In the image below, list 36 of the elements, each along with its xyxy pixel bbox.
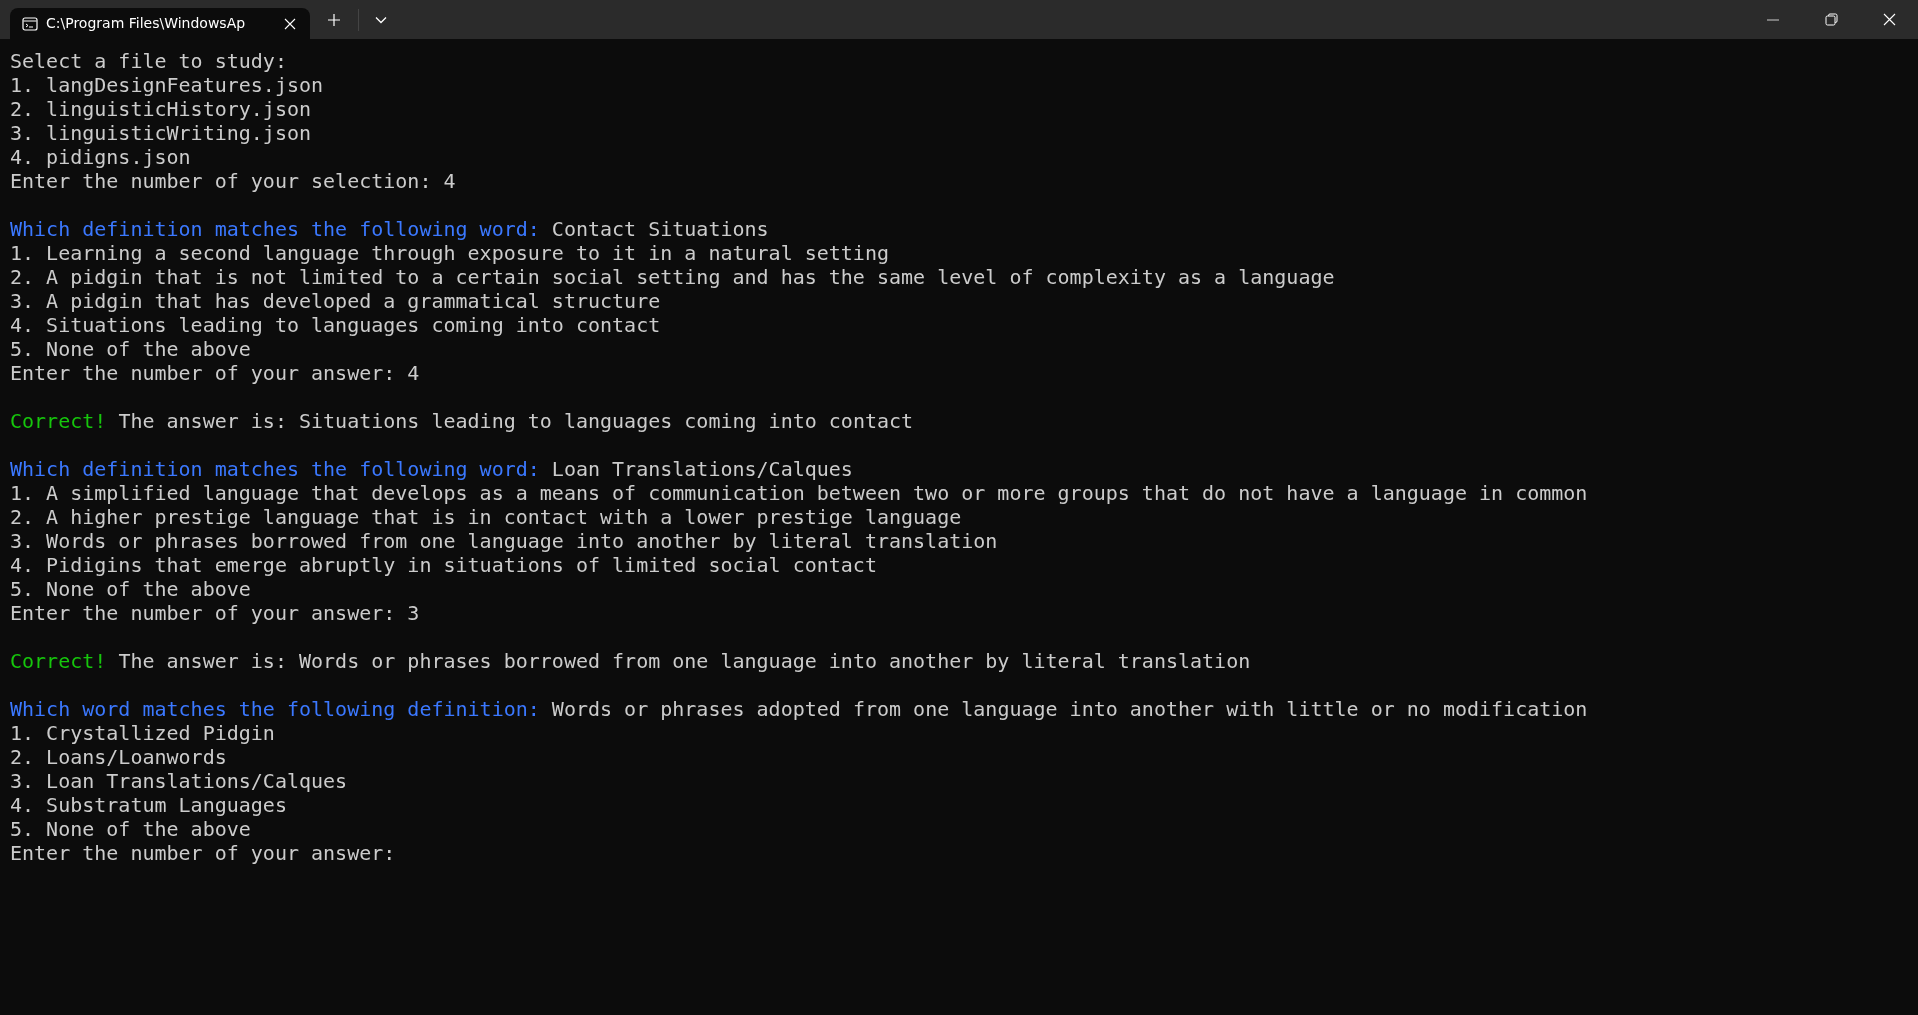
terminal-text: 1. Crystallized Pidgin <box>10 721 275 745</box>
terminal-text: 5. None of the above <box>10 817 251 841</box>
terminal-text: Contact Situations <box>551 217 769 241</box>
terminal-text: 3. Loan Translations/Calques <box>10 769 348 793</box>
terminal-text: Select a file to study: <box>10 49 287 73</box>
terminal-text: Words or phrases adopted from one language into another with little or no modification <box>551 697 1588 721</box>
terminal-text: 1. langDesignFeatures.json <box>10 73 324 97</box>
terminal-text: 3. Words or phrases borrowed from one language into another by literal translation <box>10 529 998 553</box>
terminal-text: 1. A simplified language that develops as a means of communication between two or more groups that do not have a language in common <box>10 481 1588 505</box>
terminal-text: Enter the number of your answer: <box>10 841 396 865</box>
tab-title: C:\Program Files\WindowsAp <box>46 14 247 33</box>
terminal-text: Enter the number of your selection: 4 <box>10 169 456 193</box>
terminal-text: 2. A higher prestige language that is in contact with a lower prestige language <box>10 505 962 529</box>
correct-label: Correct! <box>10 409 107 433</box>
terminal-text: Loan Translations/Calques <box>551 457 853 481</box>
terminal-text: 4. Substratum Languages <box>10 793 287 817</box>
terminal-text: 4. Situations leading to languages coming into contact <box>10 313 661 337</box>
correct-label: Correct! <box>10 649 107 673</box>
terminal-text: 5. None of the above <box>10 337 251 361</box>
terminal-text: 5. None of the above <box>10 577 251 601</box>
terminal-icon <box>22 15 38 32</box>
terminal-text: The answer is: Situations leading to languages coming into contact <box>118 409 914 433</box>
terminal-text: 4. pidigns.json <box>10 145 191 169</box>
terminal-text: The answer is: Words or phrases borrowed from one language into another by literal translation <box>118 649 1251 673</box>
terminal-text: 2. A pidgin that is not limited to a certain social setting and has the same level of complexity as a language <box>10 265 1335 289</box>
terminal-text: 2. Loans/Loanwords <box>10 745 227 769</box>
terminal-text: Enter the number of your answer: 4 <box>10 361 420 385</box>
terminal-text: 3. linguisticWriting.json <box>10 121 312 145</box>
terminal-text: 3. A pidgin that has developed a grammatical structure <box>10 289 661 313</box>
terminal-text: 2. linguisticHistory.json <box>10 97 312 121</box>
terminal-text: Enter the number of your answer: 3 <box>10 601 420 625</box>
terminal-text: 4. Pidigins that emerge abruptly in situations of limited social contact <box>10 553 877 577</box>
question-prompt: Which definition matches the following word: <box>10 457 540 481</box>
terminal-text: 1. Learning a second language through exposure to it in a natural setting <box>10 241 889 265</box>
question-prompt: Which word matches the following definition: <box>10 697 540 721</box>
question-prompt: Which definition matches the following word: <box>10 217 540 241</box>
